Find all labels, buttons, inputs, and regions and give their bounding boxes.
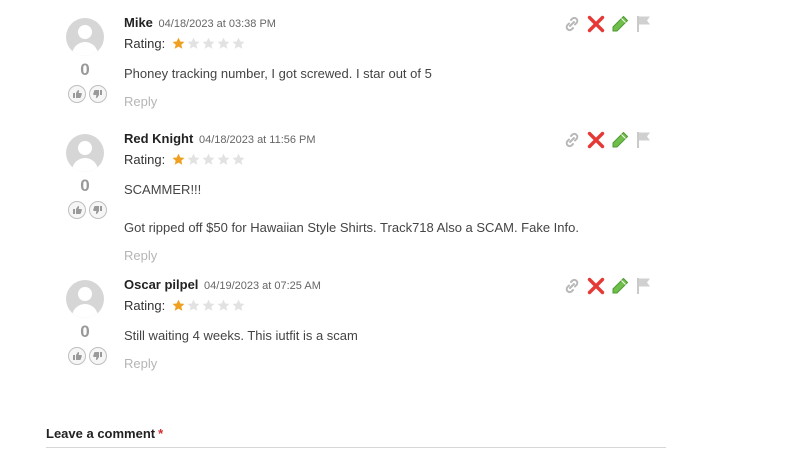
thumbs-down-icon[interactable]	[89, 85, 107, 103]
comment-text: Got ripped off $50 for Hawaiian Style Sh…	[124, 220, 579, 235]
star-empty-icon	[202, 299, 215, 312]
comment-body: Oscar pilpel 04/19/2023 at 07:25 AM Rati…	[124, 276, 594, 371]
link-icon[interactable]	[562, 130, 582, 150]
star-empty-icon	[202, 37, 215, 50]
avatar	[66, 134, 104, 172]
delete-icon[interactable]	[586, 276, 606, 296]
rating-label: Rating:	[124, 152, 166, 167]
edit-icon[interactable]	[610, 14, 630, 34]
required-mark: *	[158, 426, 164, 441]
star-empty-icon	[187, 37, 200, 50]
vote-buttons	[64, 347, 114, 365]
delete-icon[interactable]	[586, 130, 606, 150]
comment-body: Red Knight 04/18/2023 at 11:56 PM Rating…	[124, 130, 594, 263]
comment-meta: Mike 04/18/2023 at 03:38 PM	[124, 14, 594, 31]
vote-buttons	[64, 201, 114, 219]
comment-date: 04/19/2023 at 07:25 AM	[204, 280, 321, 292]
comment-author[interactable]: Mike	[124, 15, 153, 30]
comment-meta: Red Knight 04/18/2023 at 11:56 PM	[124, 130, 594, 147]
leave-comment-heading: Leave a comment *	[46, 426, 163, 441]
star-empty-icon	[232, 37, 245, 50]
vote-buttons	[64, 85, 114, 103]
star-empty-icon	[202, 153, 215, 166]
comment-body: Mike 04/18/2023 at 03:38 PM Rating: Phon…	[124, 14, 594, 109]
link-icon[interactable]	[562, 14, 582, 34]
vote-count: 0	[80, 322, 90, 341]
avatar	[66, 18, 104, 56]
comment-date: 04/18/2023 at 03:38 PM	[158, 18, 276, 30]
leave-comment-title: Leave a comment	[46, 426, 156, 441]
comment-meta: Oscar pilpel 04/19/2023 at 07:25 AM	[124, 276, 594, 293]
flag-icon[interactable]	[634, 130, 654, 150]
star-empty-icon	[187, 153, 200, 166]
avatar	[66, 280, 104, 318]
star-filled-icon	[172, 153, 185, 166]
comment-date: 04/18/2023 at 11:56 PM	[198, 134, 316, 146]
star-empty-icon	[217, 153, 230, 166]
rating-row: Rating:	[124, 152, 594, 168]
star-empty-icon	[232, 299, 245, 312]
reply-link[interactable]: Reply	[124, 248, 594, 263]
star-rating	[172, 36, 247, 52]
flag-icon[interactable]	[634, 276, 654, 296]
star-empty-icon	[232, 153, 245, 166]
rating-row: Rating:	[124, 298, 594, 314]
rating-row: Rating:	[124, 36, 594, 52]
thumbs-up-icon[interactable]	[68, 201, 86, 219]
comment-author[interactable]: Oscar pilpel	[124, 277, 198, 292]
thumbs-down-icon[interactable]	[89, 347, 107, 365]
star-empty-icon	[217, 37, 230, 50]
reply-link[interactable]: Reply	[124, 94, 594, 109]
comment-author[interactable]: Red Knight	[124, 131, 193, 146]
thumbs-down-icon[interactable]	[89, 201, 107, 219]
divider	[46, 447, 666, 448]
link-icon[interactable]	[562, 276, 582, 296]
star-filled-icon	[172, 299, 185, 312]
comment-text: Still waiting 4 weeks. This iutfit is a …	[124, 328, 358, 343]
edit-icon[interactable]	[610, 276, 630, 296]
thumbs-up-icon[interactable]	[68, 347, 86, 365]
vote-count: 0	[80, 176, 90, 195]
flag-icon[interactable]	[634, 14, 654, 34]
star-rating	[172, 152, 247, 168]
edit-icon[interactable]	[610, 130, 630, 150]
comment-text: Phoney tracking number, I got screwed. I…	[124, 66, 432, 81]
vote-count: 0	[80, 60, 90, 79]
star-rating	[172, 298, 247, 314]
rating-label: Rating:	[124, 298, 166, 313]
comment-text: SCAMMER!!!	[124, 182, 202, 197]
star-filled-icon	[172, 37, 185, 50]
rating-label: Rating:	[124, 36, 166, 51]
reply-link[interactable]: Reply	[124, 356, 594, 371]
delete-icon[interactable]	[586, 14, 606, 34]
star-empty-icon	[187, 299, 200, 312]
thumbs-up-icon[interactable]	[68, 85, 86, 103]
star-empty-icon	[217, 299, 230, 312]
